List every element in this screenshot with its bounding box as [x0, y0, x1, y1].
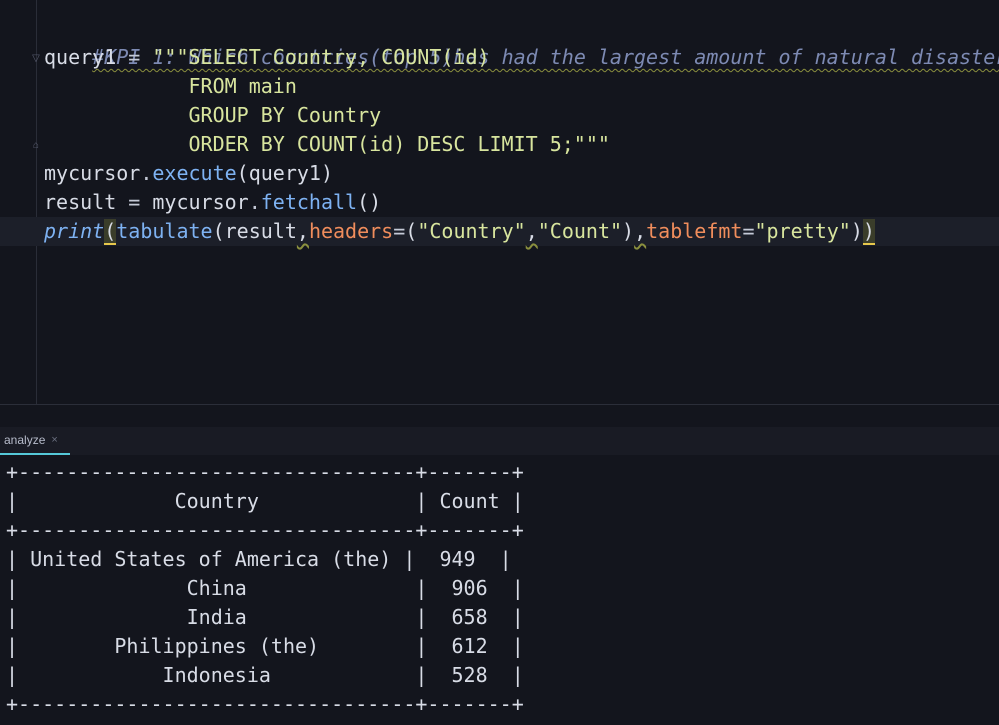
matched-close-paren: ): [862, 219, 875, 245]
code-line-print[interactable]: print(tabulate(result,headers=("Country"…: [44, 217, 875, 246]
cursor-object: mycursor: [152, 190, 249, 214]
kwarg-equals: =: [393, 219, 406, 243]
output-table-row: | Indonesia | 528 |: [6, 663, 524, 687]
run-output-console[interactable]: +---------------------------------+-----…: [0, 455, 999, 725]
header-country-string: "Country": [417, 219, 526, 243]
kwarg-equals: =: [742, 219, 755, 243]
execute-args: (query1): [236, 161, 333, 185]
dot-operator: .: [248, 190, 261, 214]
comma-warning: ,: [525, 219, 538, 243]
output-table-border-bottom: +---------------------------------+-----…: [6, 692, 524, 716]
tabulate-function: tabulate: [116, 219, 213, 243]
dot-operator: .: [140, 161, 153, 185]
code-line-comment[interactable]: #KPI 1: Which countries(top 5)has had th…: [44, 14, 999, 69]
tab-analyze[interactable]: analyze ×: [0, 427, 70, 455]
execute-method: execute: [152, 161, 237, 185]
fold-end-icon[interactable]: ⌂: [31, 140, 41, 152]
tab-analyze-label: analyze: [4, 433, 46, 447]
print-function: print: [44, 219, 105, 243]
output-table-header-row: | Country | Count |: [6, 489, 524, 513]
close-icon[interactable]: ×: [51, 434, 57, 446]
headers-keyword: headers: [308, 219, 394, 243]
cursor-object: mycursor: [44, 161, 141, 185]
panel-gap: [0, 405, 999, 427]
code-line-query-assign[interactable]: query1 = """SELECT Country, COUNT(id): [44, 43, 490, 72]
output-table-row: | India | 658 |: [6, 605, 524, 629]
sql-string-line-1: """SELECT Country, COUNT(id): [152, 45, 490, 69]
sql-string-line-4: ORDER BY COUNT(id) DESC LIMIT 5;""": [44, 132, 610, 156]
code-line-sql-orderby[interactable]: ORDER BY COUNT(id) DESC LIMIT 5;""": [44, 130, 610, 159]
output-table-border-top: +---------------------------------+-----…: [6, 460, 524, 484]
code-line-execute[interactable]: mycursor.execute(query1): [44, 159, 333, 188]
header-count-string: "Count": [537, 219, 623, 243]
tablefmt-keyword: tablefmt: [646, 219, 743, 243]
comma-warning: ,: [634, 219, 647, 243]
sql-string-line-3: GROUP BY Country: [44, 103, 382, 127]
result-variable: result: [44, 190, 117, 214]
output-table-row: | China | 906 |: [6, 576, 524, 600]
query-variable: query1: [44, 45, 117, 69]
matched-open-paren: (: [104, 219, 117, 245]
fetchall-method: fetchall: [260, 190, 358, 214]
code-line-sql-groupby[interactable]: GROUP BY Country: [44, 101, 381, 130]
assign-operator: =: [116, 190, 153, 214]
tuple-close-paren: ): [622, 219, 635, 243]
output-table-row: | United States of America (the) | 949 |: [6, 547, 512, 571]
assign-operator: =: [116, 45, 153, 69]
fetchall-args: (): [357, 190, 382, 214]
fold-arrow-icon[interactable]: ▽: [31, 53, 41, 65]
code-line-fetchall[interactable]: result = mycursor.fetchall(): [44, 188, 381, 217]
tuple-open-paren: (: [405, 219, 418, 243]
tabulate-close-paren: ): [850, 219, 863, 243]
output-table-border-mid: +---------------------------------+-----…: [6, 518, 524, 542]
code-line-sql-from[interactable]: FROM main: [44, 72, 297, 101]
tabulate-args-start: (result: [212, 219, 297, 243]
output-table-row: | Philippines (the) | 612 |: [6, 634, 524, 658]
run-tab-bar: analyze ×: [0, 427, 999, 455]
tablefmt-value-string: "pretty": [754, 219, 851, 243]
code-editor[interactable]: ▽ ⌂ #KPI 1: Which countries(top 5)has ha…: [0, 0, 999, 404]
comma-warning: ,: [296, 219, 309, 243]
sql-string-line-2: FROM main: [44, 74, 297, 98]
